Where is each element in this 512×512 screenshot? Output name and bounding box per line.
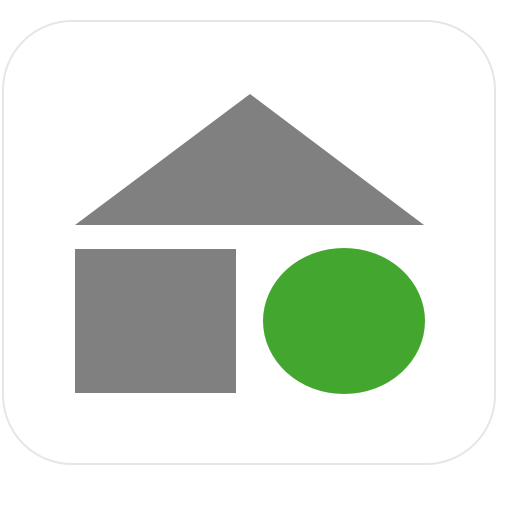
wall-block-shape [75,249,236,393]
house-icon [75,94,425,394]
app-icon-canvas [0,0,512,512]
roof-shape [75,94,424,225]
green-circle-shape [263,248,425,394]
